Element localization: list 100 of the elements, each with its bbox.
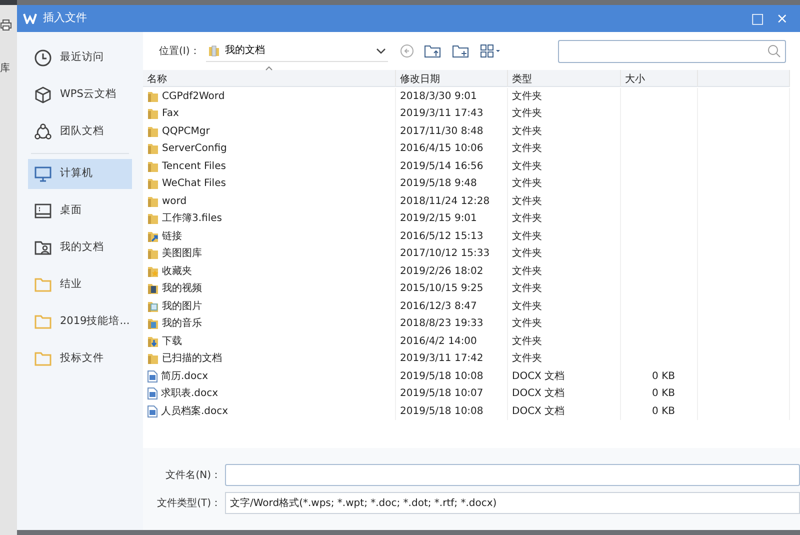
file-name[interactable]: QQPCMgr [162,124,210,139]
word-document-icon [147,370,158,383]
file-name[interactable]: 我的图片 [162,298,202,314]
file-type-cell: 文件夹 [508,192,621,210]
file-name[interactable]: 链接 [162,228,182,244]
folder-icon [147,194,159,208]
sidebar-item[interactable]: 结业 [28,270,132,300]
file-name[interactable]: 我的音乐 [162,316,202,332]
folder-icon [147,352,159,366]
file-type-cell: DOCX 文档 [508,385,621,402]
file-name[interactable]: 下载 [162,334,182,349]
file-type-cell: 文件夹 [508,228,621,245]
printer-icon[interactable] [0,19,12,31]
modified-date-cell: 2016/4/15 10:06 [396,140,508,158]
picture-folder-icon [147,300,159,313]
filetype-dropdown[interactable]: 文字/Word格式(*.wps; *.wpt; *.doc; *.dot; *.rtf; *.docx) [225,492,800,514]
music-folder-icon [147,317,159,330]
file-name[interactable]: 已扫描的文档 [162,351,222,366]
filetype-label: 文件类型(T)： [156,496,221,510]
clock-icon [34,49,52,67]
maximize-button[interactable]: □ [745,12,770,26]
file-name[interactable]: 工作簿3.files [162,211,222,226]
file-name[interactable]: 我的视频 [162,281,202,296]
folder-icon [147,107,159,120]
sidebar-item[interactable]: 2019技能培... [28,307,132,337]
file-name[interactable]: 收藏夹 [162,264,192,279]
file-type-cell: 文件夹 [508,245,621,262]
sidebar-item[interactable]: 投标文件 [28,344,132,374]
search-icon[interactable] [767,44,781,58]
file-type-cell: 文件夹 [508,350,621,368]
file-name[interactable]: 人员档案.docx [161,404,228,419]
modified-date-cell: 2019/3/11 17:42 [396,350,508,368]
close-button[interactable]: × [770,12,794,26]
file-type-cell: 文件夹 [508,175,621,192]
sort-ascending-icon [265,66,273,71]
folder-icon [147,212,159,226]
file-type-cell: 文件夹 [508,332,621,350]
type-column-header[interactable]: 类型 [508,70,621,87]
monitor-icon [34,165,52,183]
date-column-header[interactable]: 修改日期 [396,70,508,87]
cube-icon [34,86,52,104]
word-document-icon [147,404,158,418]
search-field[interactable] [558,40,786,62]
modified-date-cell: 2017/10/12 15:33 [396,245,508,262]
modified-date-cell: 2018/8/23 19:33 [396,315,508,332]
modified-date-cell: 2019/5/14 16:56 [396,158,508,175]
modified-date-cell: 2017/11/30 8:48 [396,122,508,140]
location-label: 位置(I)： [159,44,200,58]
file-name[interactable]: WeChat Files [162,176,226,192]
file-type-cell: 文件夹 [508,280,621,298]
folder-icon [147,90,159,103]
modified-date-cell: 2019/3/11 17:43 [396,105,508,122]
file-name[interactable]: Fax [162,106,179,122]
back-button[interactable] [398,44,416,58]
size-column-header[interactable]: 大小 [621,70,698,87]
folder-icon [147,124,159,138]
app-logo-icon [23,13,37,24]
modified-date-cell: 2019/2/15 9:01 [396,210,508,228]
file-type-cell: 文件夹 [508,122,621,140]
modified-date-cell: 2016/12/3 8:47 [396,298,508,315]
folder-icon [147,177,159,190]
video-folder-icon [147,282,159,296]
desktop-icon [34,202,52,220]
file-name[interactable]: Tencent Files [162,158,226,174]
file-name[interactable]: 求职表.docx [161,386,218,402]
file-size-cell: 0 KB [621,368,698,385]
file-type-cell: 文件夹 [508,210,621,228]
sidebar-item[interactable]: 我的文档 [28,233,132,263]
file-type-cell: 文件夹 [508,88,621,105]
file-type-cell: DOCX 文档 [508,402,621,420]
modified-date-cell: 2019/5/18 9:48 [396,175,508,192]
sidebar-item[interactable]: WPS云文档 [28,80,132,110]
documents-folder-icon [208,44,220,56]
user-folder-icon [34,239,52,257]
download-folder-icon [147,334,159,348]
link-folder-icon [147,230,159,243]
folder-icon [147,247,159,260]
file-size-cell: 0 KB [621,402,698,420]
folder-icon [147,142,159,156]
file-name[interactable]: 美图图库 [162,246,202,262]
name-column-header[interactable]: 名称 [143,70,396,87]
sidebar-item[interactable]: 团队文档 [28,117,132,147]
file-name[interactable]: CGPdf2Word [162,88,225,104]
filename-field[interactable] [225,464,800,486]
modified-date-cell: 2018/3/30 9:01 [396,88,508,105]
sidebar-item[interactable]: 最近访问 [28,43,132,73]
file-name[interactable]: word [162,194,187,209]
filename-label: 文件名(N)： [164,468,221,482]
file-type-cell: 文件夹 [508,315,621,332]
sidebar-item[interactable]: 计算机 [28,159,132,189]
window-title: 插入文件 [43,10,88,26]
file-name[interactable]: 简历.docx [161,368,208,384]
file-name[interactable]: ServerConfig [162,141,227,156]
folder-icon [147,160,159,173]
modified-date-cell: 2019/5/18 10:08 [396,402,508,420]
team-icon [34,123,52,141]
toolbar-label: 库 [0,62,10,76]
modified-date-cell: 2015/10/15 9:25 [396,280,508,298]
sidebar-item[interactable]: 桌面 [28,196,132,226]
file-type-cell: 文件夹 [508,158,621,175]
